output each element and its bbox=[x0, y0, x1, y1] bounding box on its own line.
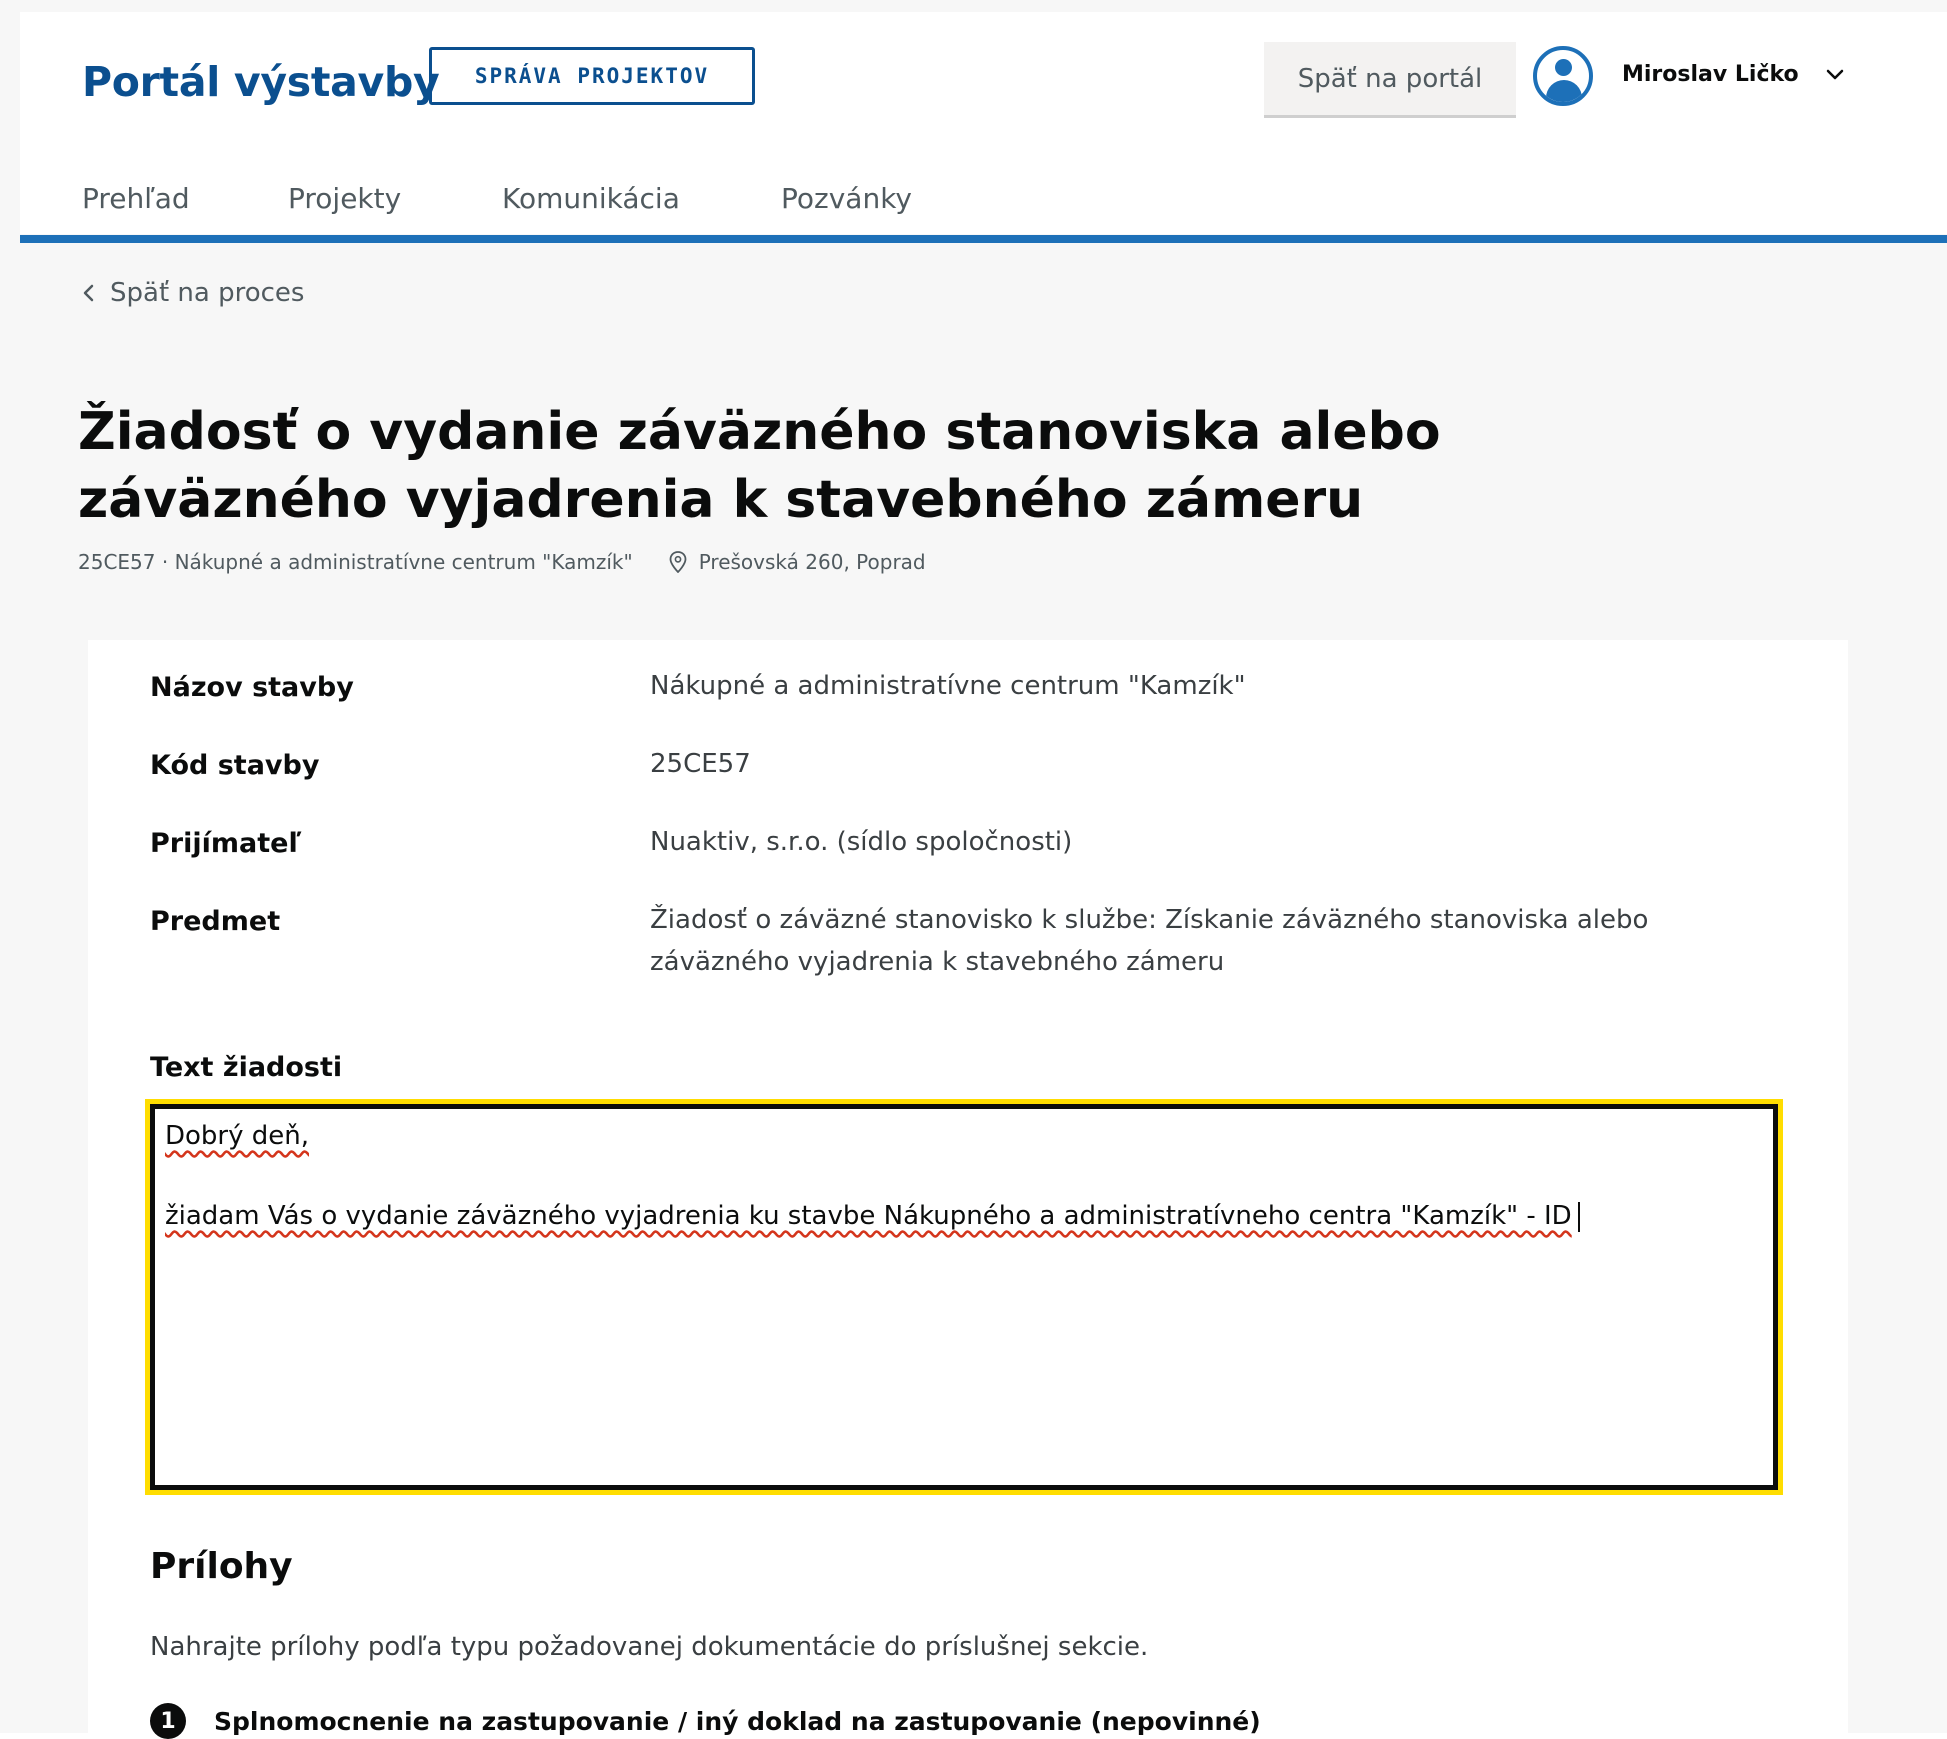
text-caret bbox=[1577, 1201, 1580, 1232]
project-ref: 25CE57 · Nákupné a administratívne centr… bbox=[78, 550, 633, 574]
detail-value: Nákupné a administratívne centrum "Kamzí… bbox=[650, 671, 1246, 701]
attachments-heading: Prílohy bbox=[150, 1546, 293, 1587]
detail-value: 25CE57 bbox=[650, 749, 751, 779]
header: Portál výstavby SPRÁVA PROJEKTOV Späť na… bbox=[20, 12, 1947, 234]
request-body: žiadam Vás o vydanie záväzného vyjadreni… bbox=[165, 1201, 1580, 1232]
request-textarea[interactable]: Dobrý deň, žiadam Vás o vydanie záväznéh… bbox=[145, 1099, 1783, 1495]
location-pin-icon bbox=[669, 551, 687, 573]
detail-label: Prijímateľ bbox=[150, 828, 302, 859]
nav-item-komunikacia[interactable]: Komunikácia bbox=[502, 182, 680, 215]
detail-label: Predmet bbox=[150, 906, 281, 937]
nav-item-projekty[interactable]: Projekty bbox=[288, 182, 401, 215]
attachment-section-label: Splnomocnenie na zastupovanie / iný dokl… bbox=[214, 1706, 1261, 1736]
chevron-left-icon bbox=[83, 284, 94, 302]
brand-logo[interactable]: Portál výstavby bbox=[82, 58, 440, 106]
back-to-portal-button[interactable]: Späť na portál bbox=[1264, 42, 1516, 118]
back-to-process-link[interactable]: Späť na proces bbox=[110, 278, 304, 308]
user-name[interactable]: Miroslav Ličko bbox=[1622, 62, 1799, 87]
request-body-text: žiadam Vás o vydanie záväzného vyjadreni… bbox=[165, 1201, 1572, 1231]
attachments-description: Nahrajte prílohy podľa typu požadovanej … bbox=[150, 1632, 1149, 1662]
request-text-label: Text žiadosti bbox=[150, 1052, 343, 1083]
nav-item-pozvanky[interactable]: Pozvánky bbox=[781, 182, 912, 215]
detail-value: Žiadosť o záväzné stanovisko k službe: Z… bbox=[650, 905, 1649, 977]
chevron-down-icon[interactable] bbox=[1820, 60, 1850, 90]
avatar-body bbox=[1546, 80, 1582, 102]
nav-underline bbox=[20, 235, 1947, 243]
detail-label: Názov stavby bbox=[150, 672, 354, 703]
section-badge: SPRÁVA PROJEKTOV bbox=[429, 47, 755, 105]
project-address: Prešovská 260, Poprad bbox=[698, 550, 926, 574]
detail-label: Kód stavby bbox=[150, 750, 320, 781]
project-meta: 25CE57 · Nákupné a administratívne centr… bbox=[78, 550, 926, 574]
page: Portál výstavby SPRÁVA PROJEKTOV Späť na… bbox=[0, 0, 1947, 1739]
attachment-section[interactable]: 1 Splnomocnenie na zastupovanie / iný do… bbox=[150, 1703, 1261, 1739]
request-card: Názov stavby Nákupné a administratívne c… bbox=[88, 640, 1848, 1739]
attachment-number-badge: 1 bbox=[150, 1703, 186, 1739]
user-icon[interactable] bbox=[1533, 46, 1593, 106]
nav-item-prehlad[interactable]: Prehľad bbox=[82, 182, 190, 215]
request-greeting: Dobrý deň, bbox=[165, 1121, 310, 1151]
breadcrumb[interactable]: Späť na proces bbox=[78, 278, 304, 308]
page-title: Žiadosť o vydanie záväzného stanoviska a… bbox=[78, 402, 1441, 530]
avatar-head bbox=[1555, 59, 1572, 76]
detail-value: Nuaktiv, s.r.o. (sídlo spoločnosti) bbox=[650, 827, 1073, 857]
